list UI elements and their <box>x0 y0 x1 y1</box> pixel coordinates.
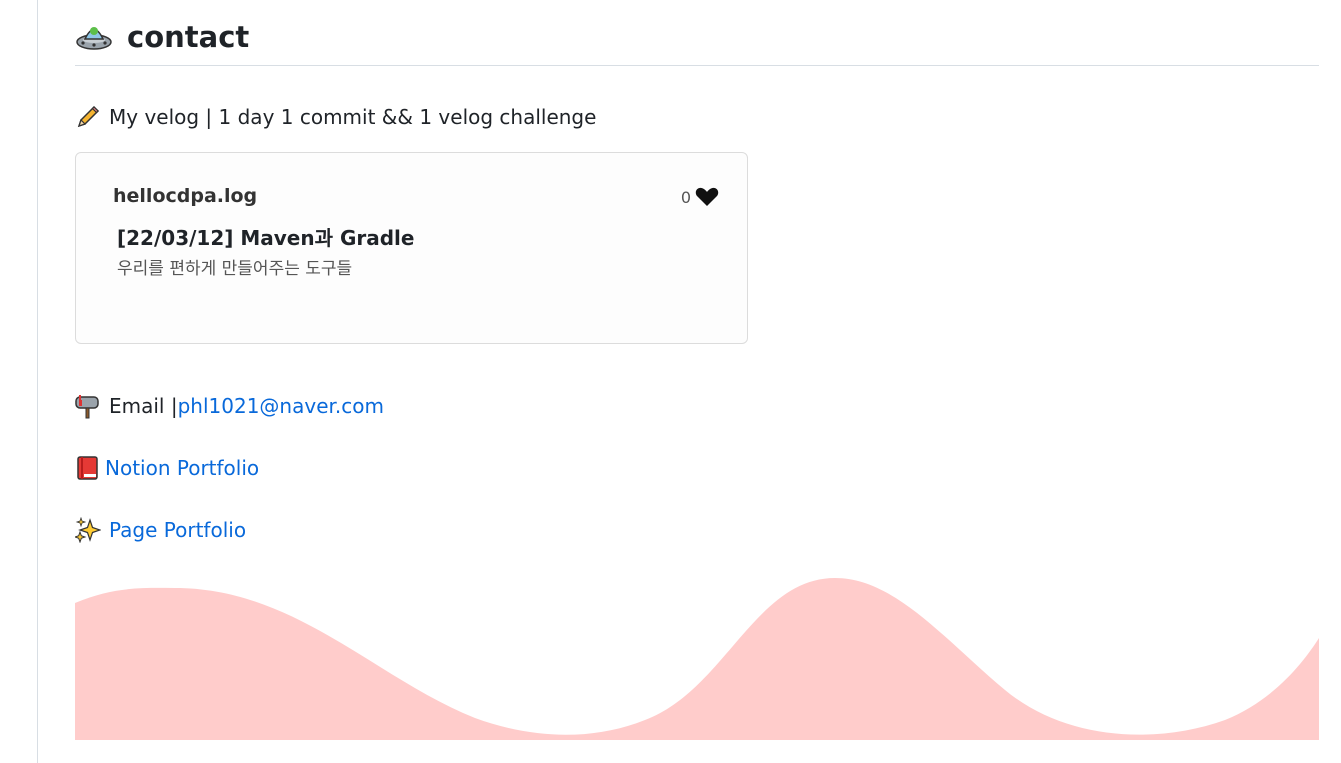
readme-content: contact My velog | 1 day 1 commit && 1 v… <box>75 0 1319 763</box>
ufo-icon <box>75 18 113 57</box>
card-post-title: [22/03/12] Maven과 Gradle <box>117 226 415 250</box>
section-title: contact <box>127 20 250 54</box>
email-line: Email | phl1021@naver.com <box>75 393 384 419</box>
card-likes: 0 <box>681 187 719 207</box>
heading-divider <box>75 65 1319 66</box>
email-label: Email | <box>109 394 178 418</box>
email-link[interactable]: phl1021@naver.com <box>178 394 384 418</box>
book-icon <box>75 455 101 481</box>
velog-line: My velog | 1 day 1 commit && 1 velog cha… <box>75 104 596 130</box>
pencil-icon <box>75 104 101 130</box>
left-border-rule <box>37 0 38 763</box>
sparkles-icon <box>75 517 101 543</box>
velog-label: My velog | 1 day 1 commit && 1 velog cha… <box>109 105 597 129</box>
section-heading: contact <box>75 14 249 60</box>
page-portfolio-line: Page Portfolio <box>75 517 246 543</box>
wave-banner <box>75 578 1319 740</box>
notion-line: Notion Portfolio <box>75 455 259 481</box>
card-author: hellocdpa.log <box>113 185 258 207</box>
mailbox-icon <box>75 393 101 419</box>
velog-post-card[interactable]: hellocdpa.log 0 [22/03/12] Maven과 Gradle… <box>75 152 748 344</box>
card-post-description: 우리를 편하게 만들어주는 도구들 <box>117 259 353 279</box>
page-portfolio-link[interactable]: Page Portfolio <box>109 518 246 542</box>
notion-portfolio-link[interactable]: Notion Portfolio <box>105 456 259 480</box>
heart-icon <box>695 187 719 206</box>
like-count: 0 <box>680 187 691 207</box>
